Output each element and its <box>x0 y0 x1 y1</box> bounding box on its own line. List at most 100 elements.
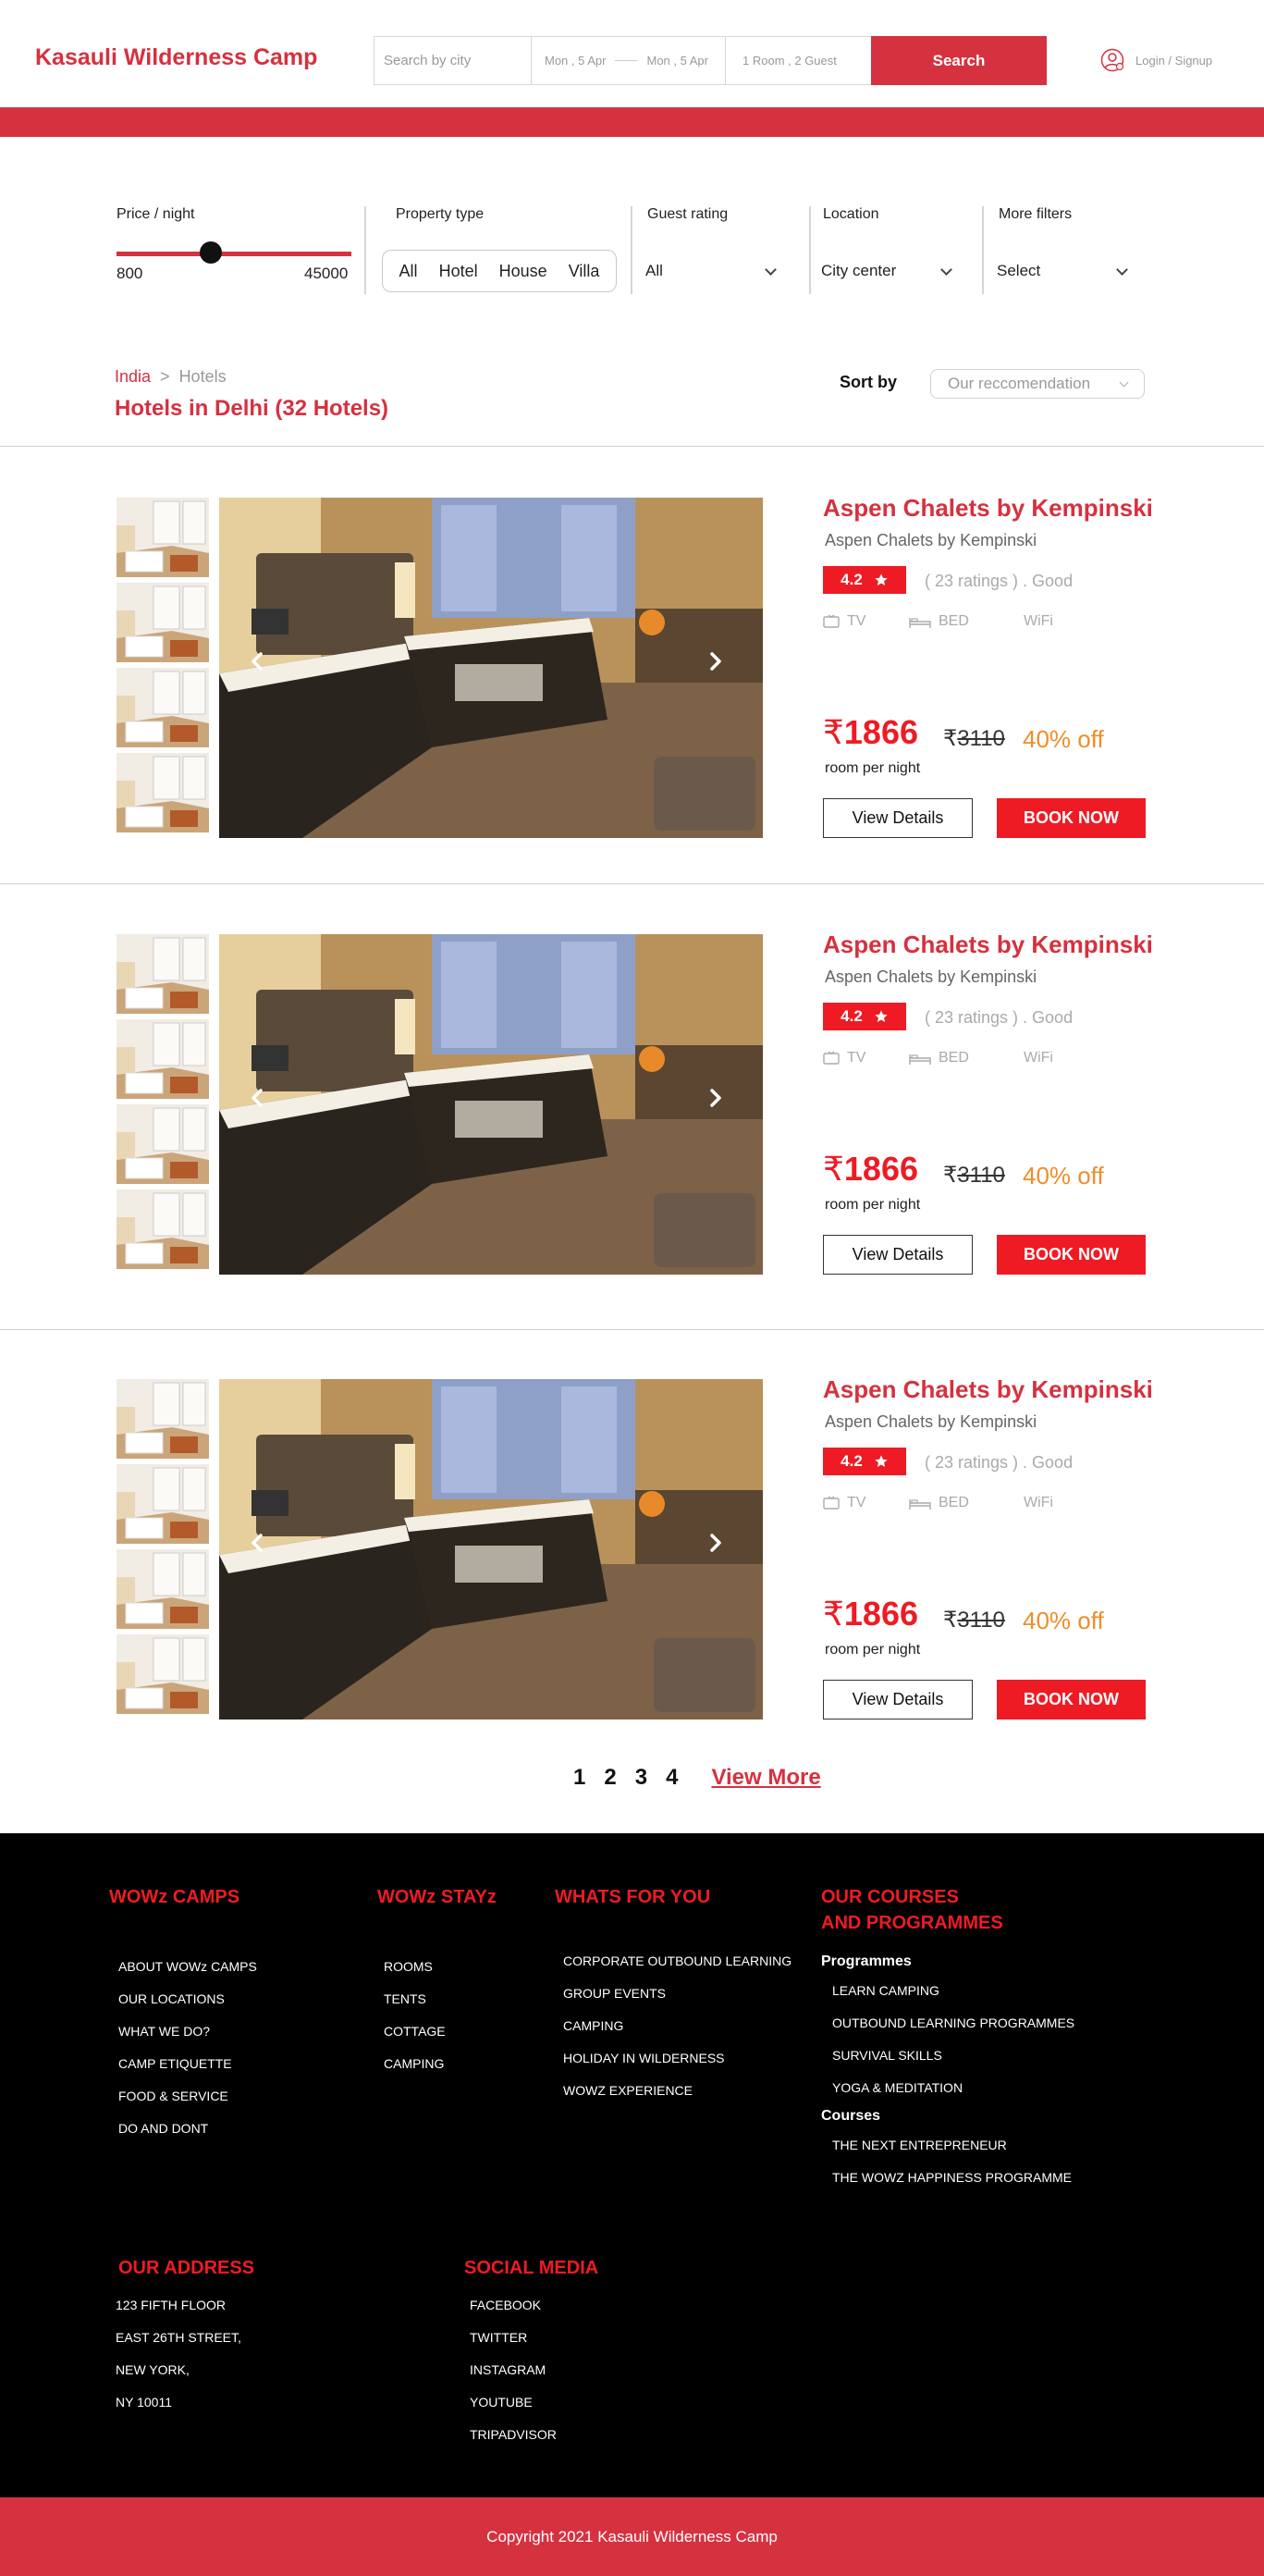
page-4[interactable]: 4 <box>666 1765 678 1791</box>
footer-link[interactable]: CAMP ETIQUETTE <box>118 2056 257 2089</box>
footer-link[interactable]: ABOUT WOWz CAMPS <box>118 1959 257 1991</box>
book-now-button[interactable]: BOOK NOW <box>997 1680 1146 1719</box>
more-filters-value: Select <box>997 262 1041 279</box>
footer-link[interactable]: ROOMS <box>384 1959 446 1991</box>
footer-stays-list: ROOMS TENTS COTTAGE CAMPING <box>384 1959 446 2089</box>
chevron-right-icon[interactable] <box>706 651 726 672</box>
room-thumbnail[interactable] <box>117 753 209 832</box>
chevron-right-icon[interactable] <box>706 1533 726 1553</box>
hotel-name[interactable]: Aspen Chalets by Kempinski <box>823 494 1153 523</box>
chevron-left-icon[interactable] <box>247 651 267 672</box>
rupee-symbol: ₹ <box>823 713 844 751</box>
city-search-input[interactable]: Search by city <box>374 37 532 84</box>
price-slider-handle[interactable] <box>199 241 222 264</box>
thumbnail-image <box>117 498 209 577</box>
book-now-button[interactable]: BOOK NOW <box>997 1235 1146 1275</box>
rupee-symbol: ₹ <box>943 1163 958 1188</box>
room-thumbnail[interactable] <box>117 934 209 1014</box>
room-thumbnail[interactable] <box>117 1634 209 1714</box>
footer-link[interactable]: WHAT WE DO? <box>118 2024 257 2056</box>
view-details-button[interactable]: View Details <box>823 1680 973 1719</box>
brand-logo[interactable]: Kasauli Wilderness Camp <box>35 44 317 71</box>
rating-value: 4.2 <box>841 1007 863 1025</box>
social-link-instagram[interactable]: INSTAGRAM <box>470 2362 557 2395</box>
footer-link[interactable]: OUR LOCATIONS <box>118 1991 257 2024</box>
amenity-label: WiFi <box>1024 1495 1053 1510</box>
footer-link[interactable]: LEARN CAMPING <box>821 1983 1074 2015</box>
location-dropdown[interactable]: City center <box>821 257 952 285</box>
property-type-villa[interactable]: Villa <box>569 262 600 281</box>
page-1[interactable]: 1 <box>573 1765 585 1791</box>
date-range-picker[interactable]: Mon , 5 Apr Mon , 5 Apr <box>532 37 726 84</box>
chevron-left-icon[interactable] <box>247 1088 267 1108</box>
guest-selector[interactable]: 1 Room , 2 Guest <box>726 37 874 84</box>
rating-badge: 4.2 <box>823 566 906 594</box>
current-price: ₹1866 <box>823 713 918 752</box>
social-link-tripadvisor[interactable]: TRIPADVISOR <box>470 2427 557 2459</box>
footer-link[interactable]: YOGA & MEDITATION <box>821 2080 1074 2108</box>
room-thumbnail[interactable] <box>117 1104 209 1184</box>
room-thumbnail[interactable] <box>117 1379 209 1459</box>
room-thumbnail[interactable] <box>117 498 209 577</box>
price-slider-track[interactable] <box>117 252 351 256</box>
property-type-all[interactable]: All <box>399 262 418 281</box>
room-thumbnail[interactable] <box>117 1189 209 1269</box>
chevron-left-icon[interactable] <box>247 1533 267 1553</box>
hotel-name[interactable]: Aspen Chalets by Kempinski <box>823 1375 1153 1404</box>
property-type-house[interactable]: House <box>499 262 547 281</box>
price-max: 45000 <box>304 265 349 282</box>
room-thumbnail[interactable] <box>117 1464 209 1544</box>
room-thumbnail[interactable] <box>117 1019 209 1099</box>
book-now-button[interactable]: BOOK NOW <box>997 798 1146 838</box>
page-3[interactable]: 3 <box>635 1765 647 1791</box>
view-details-button[interactable]: View Details <box>823 798 973 838</box>
social-link-youtube[interactable]: YOUTUBE <box>470 2395 557 2427</box>
footer-link[interactable]: CAMPING <box>384 2056 446 2089</box>
footer-link[interactable]: WOWZ EXPERIENCE <box>563 2083 792 2115</box>
more-filters-dropdown[interactable]: Select <box>997 257 1128 285</box>
footer-link[interactable]: COTTAGE <box>384 2024 446 2056</box>
breadcrumb-hotels[interactable]: Hotels <box>179 367 227 386</box>
hotel-name[interactable]: Aspen Chalets by Kempinski <box>823 931 1153 959</box>
page-2[interactable]: 2 <box>604 1765 616 1791</box>
footer-link[interactable]: FOOD & SERVICE <box>118 2089 257 2121</box>
footer-link[interactable]: THE NEXT ENTREPRENEUR <box>821 2138 1074 2170</box>
footer-link[interactable]: HOLIDAY IN WILDERNESS <box>563 2051 792 2083</box>
search-button[interactable]: Search <box>871 36 1047 85</box>
room-thumbnail[interactable] <box>117 583 209 662</box>
property-type-hotel[interactable]: Hotel <box>439 262 478 281</box>
room-thumbnail[interactable] <box>117 1549 209 1629</box>
footer-link[interactable]: TENTS <box>384 1991 446 2024</box>
footer-courses-title-line2: AND PROGRAMMES <box>821 1913 1003 1933</box>
checkout-date[interactable]: Mon , 5 Apr <box>646 54 707 68</box>
amenity-label: TV <box>847 613 866 629</box>
footer-link[interactable]: GROUP EVENTS <box>563 1986 792 2018</box>
room-image <box>219 498 763 838</box>
footer-link[interactable]: THE WOWZ HAPPINESS PROGRAMME <box>821 2170 1074 2202</box>
social-link-facebook[interactable]: FACEBOOK <box>470 2298 557 2330</box>
breadcrumb-india[interactable]: India <box>115 367 151 386</box>
checkin-date[interactable]: Mon , 5 Apr <box>545 54 606 68</box>
footer-link[interactable]: SURVIVAL SKILLS <box>821 2048 1074 2080</box>
sort-label: Sort by <box>840 373 898 391</box>
footer-link[interactable]: DO AND DONT <box>118 2121 257 2153</box>
footer-link[interactable]: CAMPING <box>563 2018 792 2051</box>
divider <box>0 446 1264 447</box>
room-image <box>219 1379 763 1719</box>
view-details-button[interactable]: View Details <box>823 1235 973 1275</box>
amenity-tv: TV <box>823 613 865 630</box>
guest-rating-dropdown[interactable]: All <box>645 257 777 285</box>
divider <box>0 1329 1264 1330</box>
chevron-right-icon[interactable] <box>706 1088 726 1108</box>
sort-dropdown[interactable]: Our reccomendation <box>930 369 1145 399</box>
property-type-selector: All Hotel House Villa <box>382 250 617 292</box>
footer-link[interactable]: OUTBOUND LEARNING PROGRAMMES <box>821 2015 1074 2048</box>
hotel-subtitle: Aspen Chalets by Kempinski <box>825 968 1037 986</box>
guest-rating-value: All <box>645 262 663 279</box>
login-signup-link[interactable]: Login / Signup <box>1100 48 1212 72</box>
filter-divider <box>364 206 366 294</box>
social-link-twitter[interactable]: TWITTER <box>470 2330 557 2362</box>
view-more-link[interactable]: View More <box>711 1765 820 1791</box>
footer-link[interactable]: CORPORATE OUTBOUND LEARNING <box>563 1954 792 1986</box>
room-thumbnail[interactable] <box>117 668 209 747</box>
